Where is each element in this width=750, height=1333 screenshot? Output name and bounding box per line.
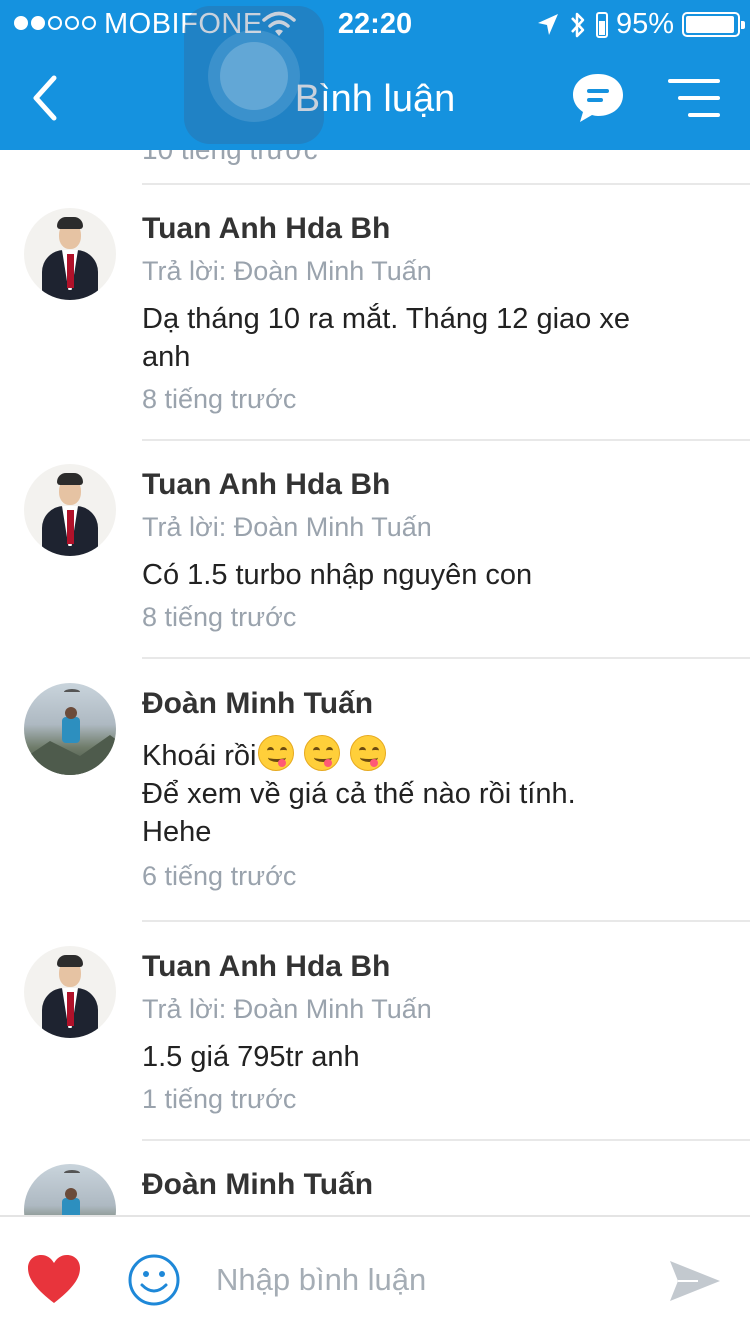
avatar[interactable] xyxy=(24,946,116,1038)
comment-author[interactable]: Đoàn Minh Tuấn xyxy=(142,1168,373,1202)
menu-icon xyxy=(668,79,720,117)
battery-percentage: 95% xyxy=(615,8,674,40)
chat-button[interactable] xyxy=(568,70,628,126)
assistive-touch-button[interactable] xyxy=(184,6,324,144)
comment-text: Có 1.5 turbo nhập nguyên con xyxy=(142,559,533,591)
battery-level xyxy=(686,16,734,33)
heart-icon xyxy=(28,1255,80,1303)
divider xyxy=(142,657,750,659)
send-icon xyxy=(670,1261,720,1301)
nav-bar: Bình luận xyxy=(0,48,750,150)
send-button[interactable] xyxy=(668,1257,722,1305)
comment-text: Khoái rồi Để xem về giá cả thế nào rồi t… xyxy=(142,735,732,851)
reply-to-label: Trả lời: Đoàn Minh Tuấn xyxy=(142,994,432,1024)
comment-text: 1.5 giá 795tr anh xyxy=(142,1041,360,1073)
reply-to-label: Trả lời: Đoàn Minh Tuấn xyxy=(142,256,432,286)
bluetooth-icon xyxy=(571,12,585,37)
yum-emoji-icon xyxy=(350,735,387,771)
header: MOBIFONE 22:20 95% Bình luận xyxy=(0,0,750,150)
comment-timestamp: 10 tiếng trước xyxy=(142,150,318,166)
comment-timestamp: 1 tiếng trước xyxy=(142,1084,297,1114)
comment-author[interactable]: Tuan Anh Hda Bh xyxy=(142,468,390,502)
comment-timestamp: 8 tiếng trước xyxy=(142,384,297,414)
divider xyxy=(142,439,750,441)
comment-input[interactable] xyxy=(216,1255,636,1305)
divider xyxy=(142,1139,750,1141)
like-button[interactable] xyxy=(26,1253,82,1305)
menu-button[interactable] xyxy=(664,74,724,122)
status-bar: MOBIFONE 22:20 95% xyxy=(0,0,750,48)
divider xyxy=(142,920,750,922)
page-title: Bình luận xyxy=(294,78,456,120)
emoji-button[interactable] xyxy=(127,1253,181,1307)
comment-timestamp: 8 tiếng trước xyxy=(142,602,297,632)
comment-author[interactable]: Đoàn Minh Tuấn xyxy=(142,687,373,721)
avatar[interactable] xyxy=(24,208,116,300)
comments-screen: MOBIFONE 22:20 95% Bình luận Tuan Anh Hd… xyxy=(0,0,750,1333)
charging-icon xyxy=(595,11,608,38)
battery-icon xyxy=(682,12,745,37)
avatar[interactable] xyxy=(24,683,116,775)
smiley-icon xyxy=(128,1254,180,1306)
comment-author[interactable]: Tuan Anh Hda Bh xyxy=(142,950,390,984)
location-arrow-icon xyxy=(537,13,558,35)
emoji-group xyxy=(256,735,387,772)
comment-timestamp: 6 tiếng trước xyxy=(142,861,297,891)
avatar[interactable] xyxy=(24,1164,116,1215)
yum-emoji-icon xyxy=(258,735,295,771)
comment-list[interactable]: 10 tiếng trước Tuan Anh Hda Bh Trả lời: … xyxy=(0,150,750,1215)
comment-author[interactable]: Tuan Anh Hda Bh xyxy=(142,212,390,246)
avatar[interactable] xyxy=(24,464,116,556)
chat-bubble-icon xyxy=(573,74,623,122)
comment-input-bar xyxy=(0,1215,750,1333)
reply-to-label: Trả lời: Đoàn Minh Tuấn xyxy=(142,512,432,542)
comment-text: Dạ tháng 10 ra mắt. Tháng 12 giao xe anh xyxy=(142,303,630,373)
yum-emoji-icon xyxy=(304,735,341,771)
divider xyxy=(142,183,750,185)
